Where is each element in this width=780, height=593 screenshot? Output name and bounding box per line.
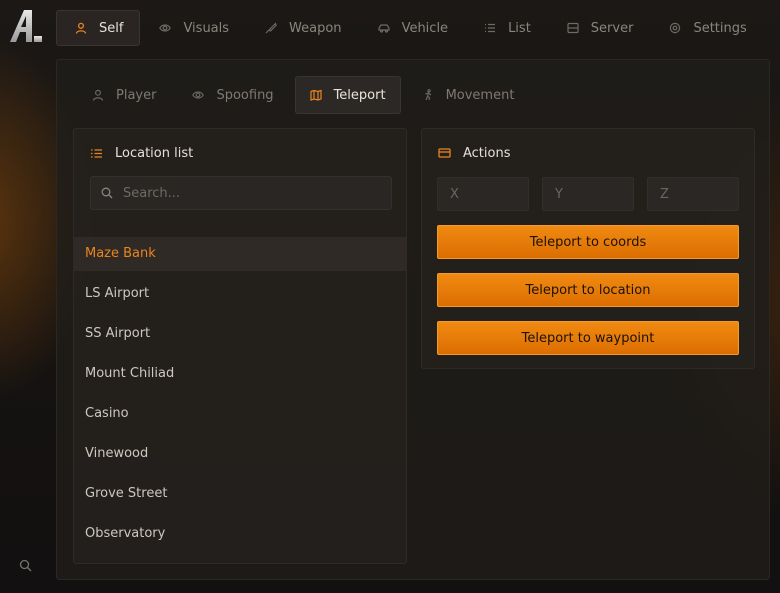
top-tab-vehicle[interactable]: Vehicle [359,10,466,46]
y-input[interactable] [555,186,625,202]
teleport-to-coords-button[interactable]: Teleport to coords [437,225,739,259]
running-icon [424,89,431,101]
car-icon [377,24,390,33]
x-field[interactable] [437,177,529,211]
top-tab-label: Self [99,20,124,36]
top-tab-settings[interactable]: Settings [650,10,763,46]
location-item-maze-bank[interactable]: Maze Bank [74,237,407,271]
top-tab-visuals[interactable]: Visuals [140,10,246,46]
sub-tab-label: Spoofing [216,87,274,103]
top-tab-label: Vehicle [401,20,449,36]
y-field[interactable] [542,177,634,211]
location-list-header: Location list [74,129,406,177]
z-input[interactable] [660,186,730,202]
z-field[interactable] [647,177,739,211]
top-tab-list[interactable]: List [465,10,548,46]
search-icon [101,187,113,199]
sub-tab-movement[interactable]: Movement [407,76,530,114]
teleport-to-location-button[interactable]: Teleport to location [437,273,739,307]
map-icon [309,89,322,101]
location-item-casino[interactable]: Casino [74,397,407,431]
sub-tab-teleport[interactable]: Teleport [294,76,401,114]
top-tab-self[interactable]: Self [56,10,141,46]
sub-tab-label: Teleport [333,87,386,103]
top-tab-label: Weapon [289,20,342,36]
sub-tab-label: Movement [445,87,515,103]
server-icon [567,22,579,34]
location-item-observatory[interactable]: Observatory [74,517,407,551]
location-list-card: Location list Maze Bank LS Airport SS Ai… [73,128,407,564]
x-input[interactable] [450,186,520,202]
location-item-vinewood[interactable]: Vinewood [74,437,407,471]
list-icon [91,148,102,158]
top-tab-weapon[interactable]: Weapon [246,10,359,46]
location-item-ss-airport[interactable]: SS Airport [74,317,407,351]
top-tab-server[interactable]: Server [548,10,651,46]
window-icon [438,147,451,158]
top-nav: Self Visuals Weapon Vehicle List Server … [56,10,764,46]
location-item-ls-airport[interactable]: LS Airport [74,277,407,311]
card-title: Location list [115,145,194,161]
search-input[interactable] [123,185,373,201]
top-tab-label: List [508,20,531,36]
teleport-to-waypoint-button[interactable]: Teleport to waypoint [437,321,739,355]
sub-tab-spoofing[interactable]: Spoofing [177,76,288,114]
sub-tab-player[interactable]: Player [77,76,171,114]
eye-icon [192,91,205,99]
main-panel: Player Spoofing Teleport Movement Locati… [56,59,770,580]
coordinate-inputs [437,177,739,211]
search-icon[interactable] [19,559,32,572]
card-title: Actions [463,145,511,161]
gear-icon [670,22,681,34]
location-search[interactable] [90,176,392,210]
actions-header: Actions [422,129,754,177]
user-icon [75,22,87,34]
location-item-mount-chiliad[interactable]: Mount Chiliad [74,357,407,391]
sub-tab-label: Player [116,87,157,103]
actions-card: Actions Teleport to coords Teleport to l… [421,128,755,369]
top-tab-label: Visuals [183,20,230,36]
sub-nav: Player Spoofing Teleport Movement [77,76,535,114]
top-tab-label: Server [590,20,634,36]
eye-icon [159,24,172,32]
app-logo [10,10,42,42]
list-icon [485,23,496,33]
top-tab-label: Settings [693,20,747,36]
user-icon [92,89,104,101]
knife-icon [265,22,277,34]
location-list: Maze Bank LS Airport SS Airport Mount Ch… [74,237,407,557]
location-item-grove-street[interactable]: Grove Street [74,477,407,511]
